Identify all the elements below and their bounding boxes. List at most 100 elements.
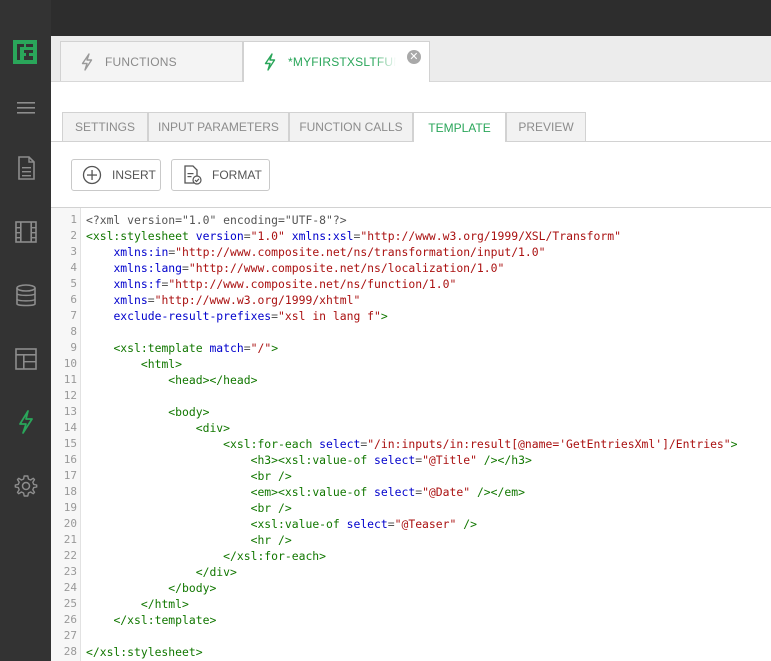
code-token: </xsl:stylesheet> <box>86 645 203 659</box>
tab-myfirstxsltfunction[interactable]: *MYFIRSTXSLTFUNCT ✕ <box>243 41 430 82</box>
film-icon[interactable] <box>14 220 38 244</box>
tab-settings[interactable]: SETTINGS <box>62 112 148 141</box>
code-token: "1.0" <box>250 229 285 243</box>
code-token: <head></head> <box>168 373 258 387</box>
code-token: <body> <box>168 405 210 419</box>
code-token: </body> <box>168 581 217 595</box>
line-number: 15 <box>63 437 77 450</box>
code-text: xmlns:lang="http://www.composite.net/ns/… <box>86 260 504 276</box>
line-number: 21 <box>63 533 77 546</box>
line-number: 7 <box>70 309 77 322</box>
code-token: xmlns:f <box>113 277 162 291</box>
code-text: </xsl:stylesheet> <box>86 644 203 660</box>
format-button[interactable]: FORMAT <box>171 159 270 191</box>
tab-preview[interactable]: PREVIEW <box>506 112 586 141</box>
code-token: "http://www.composite.net/ns/localizatio… <box>188 261 505 275</box>
tab-label: PREVIEW <box>518 120 574 134</box>
menu-icon[interactable] <box>14 96 38 120</box>
code-text: <xsl:stylesheet version="1.0" xmlns:xsl=… <box>86 228 621 244</box>
code-token: xmlns <box>113 293 148 307</box>
tab-label: FUNCTION CALLS <box>299 120 403 134</box>
line-number: 12 <box>63 389 77 402</box>
code-token: </html> <box>140 597 189 611</box>
code-text: </html> <box>86 596 189 612</box>
tab-template[interactable]: TEMPLATE <box>413 112 506 142</box>
layout-icon[interactable] <box>14 347 38 371</box>
line-number: 9 <box>70 341 77 354</box>
code-token: xmlns:lang <box>113 261 183 275</box>
line-number: 27 <box>63 629 77 642</box>
database-icon[interactable] <box>14 284 38 308</box>
line-number: 14 <box>63 421 77 434</box>
line-number: 22 <box>63 549 77 562</box>
code-text: xmlns="http://www.w3.org/1999/xhtml" <box>86 292 360 308</box>
line-number: 2 <box>70 229 77 242</box>
code-editor[interactable]: 1 <?xml version="1.0" encoding="UTF-8"?> 2… <box>51 208 771 661</box>
gear-icon[interactable] <box>14 474 38 498</box>
code-token: > <box>380 309 388 323</box>
line-number: 23 <box>63 565 77 578</box>
code-text: </xsl:for-each> <box>86 548 326 564</box>
lightning-icon <box>264 53 276 71</box>
code-text: xmlns:f="http://www.composite.net/ns/fun… <box>86 276 456 292</box>
code-token: <br /> <box>250 469 292 483</box>
line-number: 20 <box>63 517 77 530</box>
tab-input-parameters[interactable]: INPUT PARAMETERS <box>148 112 289 141</box>
code-token: match <box>209 341 244 355</box>
code-token: "http://www.w3.org/1999/xhtml" <box>154 293 361 307</box>
line-number: 3 <box>70 245 77 258</box>
code-token: </xsl:for-each> <box>223 549 327 563</box>
code-token: = <box>147 293 155 307</box>
code-text: </div> <box>86 564 237 580</box>
line-number: 25 <box>63 597 77 610</box>
code-token: <hr /> <box>250 533 292 547</box>
document-icon[interactable] <box>14 156 38 180</box>
code-token: > <box>271 341 279 355</box>
code-text: exclude-result-prefixes="xsl in lang f"> <box>86 308 388 324</box>
code-token: <xsl:value-of <box>250 517 340 531</box>
code-token: select <box>374 453 416 467</box>
code-token: "http://www.composite.net/ns/transformat… <box>175 245 546 259</box>
line-number: 6 <box>70 293 77 306</box>
code-token: "/" <box>250 341 272 355</box>
line-number: 24 <box>63 581 77 594</box>
line-number: 16 <box>63 453 77 466</box>
tab-label: SETTINGS <box>74 120 135 134</box>
composite-logo[interactable] <box>13 40 37 64</box>
line-number: 5 <box>70 277 77 290</box>
code-token: "http://www.w3.org/1999/XSL/Transform" <box>360 229 621 243</box>
line-number: 19 <box>63 501 77 514</box>
code-token: select <box>346 517 388 531</box>
code-text: xmlns:in="http://www.composite.net/ns/tr… <box>86 244 546 260</box>
code-token: <br /> <box>250 501 292 515</box>
code-text: <xsl:template match="/"> <box>86 340 278 356</box>
code-text: </body> <box>86 580 216 596</box>
insert-button[interactable]: INSERT <box>71 159 161 191</box>
code-text: <html> <box>86 356 182 372</box>
format-document-icon <box>182 165 202 185</box>
plus-circle-icon <box>82 165 102 185</box>
close-icon[interactable]: ✕ <box>407 50 421 64</box>
lightning-icon[interactable] <box>14 410 38 434</box>
tab-functions[interactable]: FUNCTIONS <box>60 41 243 81</box>
tab-function-calls[interactable]: FUNCTION CALLS <box>289 112 413 141</box>
